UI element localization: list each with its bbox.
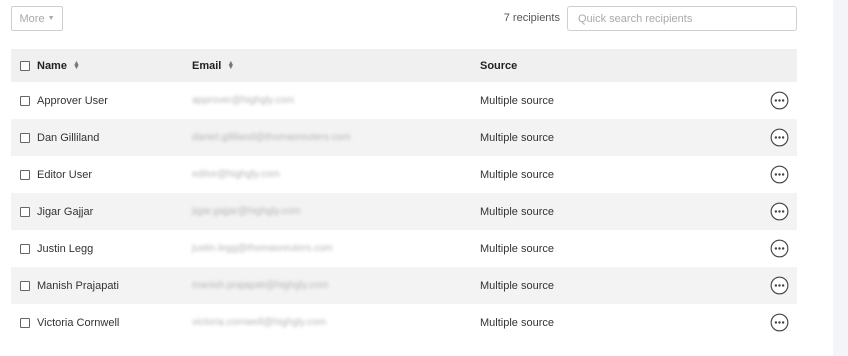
more-horizontal-circle-icon[interactable] (770, 239, 789, 258)
table-row[interactable]: Manish Prajapati manish.prajapati@highgly… (11, 267, 797, 304)
recipient-source: Multiple source (480, 94, 554, 107)
column-header-name-label: Name (37, 59, 67, 72)
recipient-name: Approver User (37, 94, 108, 107)
column-header-email[interactable]: Email ▲ ▼ (192, 60, 234, 72)
recipient-source: Multiple source (480, 242, 554, 255)
recipient-source: Multiple source (480, 168, 554, 181)
recipient-email: approver@highgly.com (192, 95, 295, 106)
row-checkbox[interactable] (20, 317, 30, 328)
sort-updown-icon[interactable]: ▲ ▼ (73, 60, 80, 71)
recipients-table: Name ▲ ▼ Email ▲ ▼ Source Approver User app… (11, 49, 797, 341)
table-body: Approver User approver@highgly.com Multipl… (11, 82, 797, 341)
row-checkbox[interactable] (20, 243, 30, 254)
recipient-count: 7 recipients (503, 12, 560, 24)
more-horizontal-circle-icon[interactable] (770, 202, 789, 221)
recipient-email: jigar.gajjar@highgly.com (192, 206, 301, 217)
sort-updown-icon[interactable]: ▲ ▼ (227, 60, 234, 71)
recipient-email: justin.legg@thomasreuters.com (192, 243, 333, 254)
more-button[interactable]: More ▼ (11, 6, 63, 31)
recipient-email: editor@highgly.com (192, 169, 280, 180)
recipients-toolbar: More ▼ 7 recipients (11, 6, 797, 33)
select-all-checkbox[interactable] (20, 60, 30, 71)
recipient-name: Dan Gilliland (37, 131, 100, 144)
recipients-page: More ▼ 7 recipients Name ▲▼ Email ▲▼ Sou… (0, 0, 848, 356)
recipient-name: Editor User (37, 168, 93, 181)
column-header-source: Source (480, 59, 518, 72)
column-header-name[interactable]: Name ▲ ▼ (37, 60, 80, 72)
table-row[interactable]: Victoria Cornwell victoria.cornwell@highg… (11, 304, 797, 341)
row-checkbox[interactable] (20, 169, 30, 180)
table-row[interactable]: Editor User editor@highgly.com Multiple so… (11, 156, 797, 193)
recipient-source: Multiple source (480, 316, 554, 329)
table-row[interactable]: Dan Gilliland daniel.gilliland@thomasreut… (11, 119, 797, 156)
recipient-name: Justin Legg (37, 242, 94, 255)
row-checkbox[interactable] (20, 95, 30, 106)
more-horizontal-circle-icon[interactable] (770, 165, 789, 184)
table-row[interactable]: Jigar Gajjar jigar.gajjar@highgly.com Mult… (11, 193, 797, 230)
search-input[interactable] (567, 6, 797, 31)
column-header-email-label: Email (192, 59, 222, 72)
more-horizontal-circle-icon[interactable] (770, 313, 789, 332)
row-checkbox[interactable] (20, 280, 30, 291)
more-horizontal-circle-icon[interactable] (770, 276, 789, 295)
recipient-source: Multiple source (480, 205, 554, 218)
recipient-name: Victoria Cornwell (37, 316, 120, 329)
right-panel-edge (833, 0, 848, 356)
recipient-name: Manish Prajapati (37, 279, 119, 292)
recipient-source: Multiple source (480, 131, 554, 144)
more-button-label: More (19, 12, 45, 25)
chevron-down-icon: ▼ (47, 15, 55, 22)
recipient-source: Multiple source (480, 279, 554, 292)
recipient-name: Jigar Gajjar (37, 205, 94, 218)
table-header-row: Name ▲ ▼ Email ▲ ▼ Source (11, 49, 797, 82)
table-row[interactable]: Justin Legg justin.legg@thomasreuters.com… (11, 230, 797, 267)
recipient-email: daniel.gilliland@thomasreuters.com (192, 132, 351, 143)
row-checkbox[interactable] (20, 132, 30, 143)
recipient-email: victoria.cornwell@highgly.com (192, 317, 326, 328)
row-checkbox[interactable] (20, 206, 30, 217)
more-horizontal-circle-icon[interactable] (770, 128, 789, 147)
table-row[interactable]: Approver User approver@highgly.com Multipl… (11, 82, 797, 119)
more-horizontal-circle-icon[interactable] (770, 91, 789, 110)
recipient-email: manish.prajapati@highgly.com (192, 280, 329, 291)
